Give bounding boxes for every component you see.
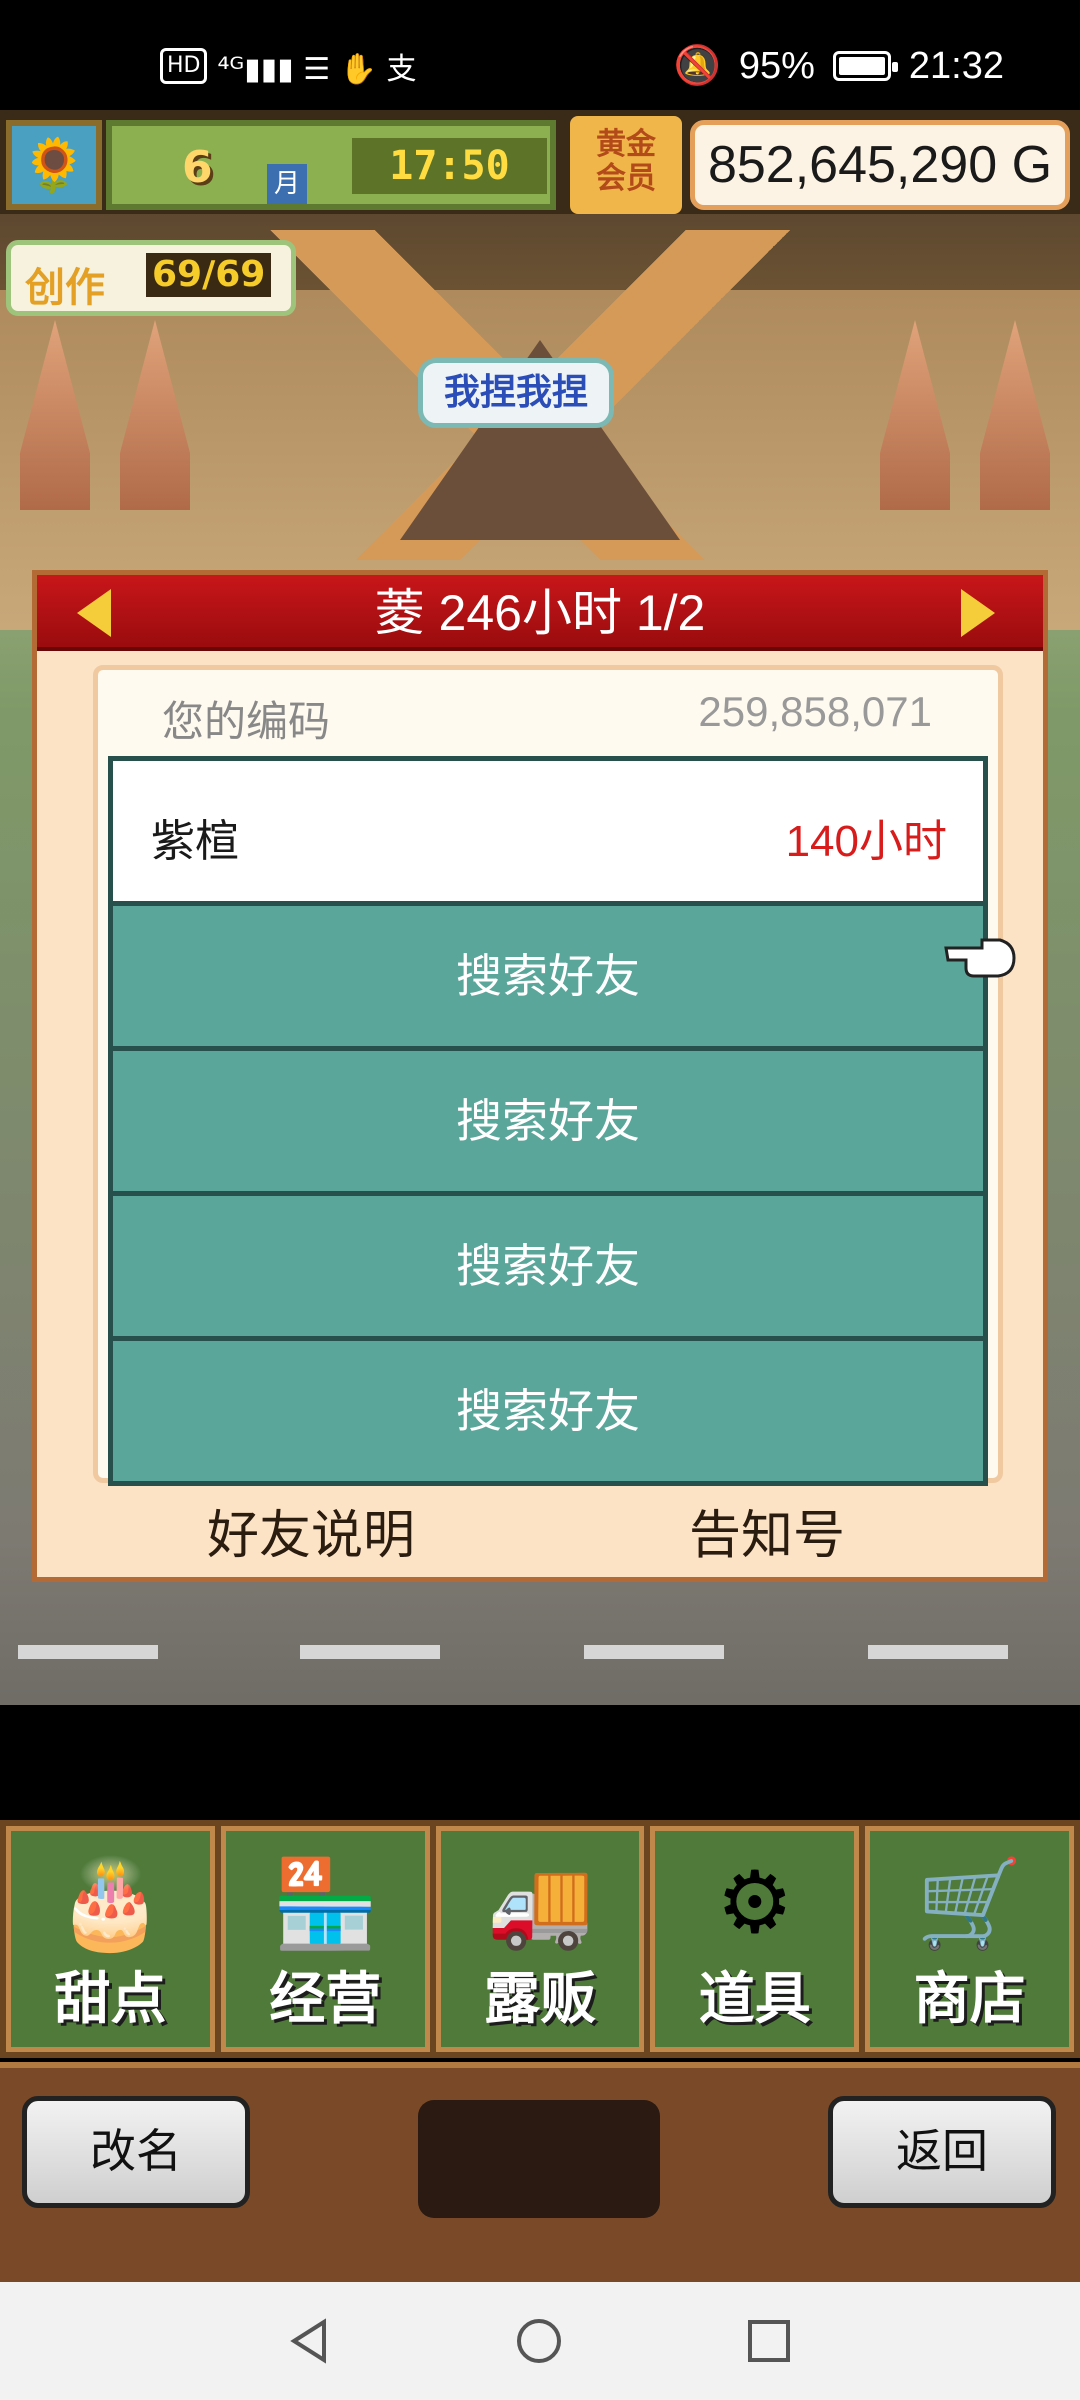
- food-truck-icon: 🚚: [486, 1854, 594, 1954]
- road-line: [584, 1645, 724, 1659]
- shop-tag[interactable]: 我捏我捏: [418, 358, 614, 428]
- hd-chip: HD: [160, 48, 208, 84]
- code-value: 259,858,071: [698, 688, 932, 735]
- game-scene: 我捏我捏 🌻 6 月 17:50 黄金 会员 852,645,290 G 创作 …: [0, 110, 1080, 1705]
- menu-label: 甜点: [54, 1967, 167, 2032]
- friends-panel: 菱 246小时 1/2 您的编码 259,858,071 紫楦 140小时 搜索…: [32, 570, 1048, 1582]
- money-display: 852,645,290 G: [690, 120, 1070, 210]
- notify-number-button[interactable]: 告知号: [689, 1493, 845, 1568]
- friend-help-button[interactable]: 好友说明: [207, 1493, 415, 1568]
- top-hud: 🌻 6 月 17:50 黄金 会员 852,645,290 G: [0, 110, 1080, 214]
- gold-member-badge: 黄金 会员: [570, 116, 682, 214]
- friend-hours: 140小时: [785, 817, 947, 866]
- spire-3: [880, 320, 950, 510]
- search-friend-button-2[interactable]: 搜索好友: [113, 1051, 983, 1191]
- panel-header: 菱 246小时 1/2: [37, 575, 1043, 651]
- cart-icon: 🛒: [916, 1854, 1024, 1954]
- rename-button[interactable]: 改名: [22, 2096, 250, 2208]
- menu-dessert[interactable]: 🎂 甜点: [6, 1826, 215, 2052]
- panel-inner: 您的编码 259,858,071 紫楦 140小时 搜索好友 搜索好友 搜索好友…: [93, 665, 1003, 1486]
- back-triangle-icon[interactable]: [284, 2316, 334, 2366]
- center-slot: [418, 2100, 660, 2218]
- mute-icon: 🔕: [673, 45, 721, 87]
- gold-label-1: 黄金: [596, 127, 656, 162]
- road-line: [868, 1645, 1008, 1659]
- bottom-bar: 改名 返回: [0, 2062, 1080, 2282]
- menu-label: 道具: [698, 1967, 811, 2032]
- date-box: 6 月 17:50: [106, 120, 556, 210]
- road-line: [18, 1645, 158, 1659]
- friend-list: 紫楦 140小时 搜索好友 搜索好友 搜索好友 搜索好友: [108, 756, 988, 1486]
- game-clock: 17:50: [352, 138, 547, 194]
- create-label: 创作: [25, 265, 105, 311]
- back-button[interactable]: 返回: [828, 2096, 1056, 2208]
- items-icon: ⚙: [716, 1853, 794, 1953]
- gold-label-2: 会员: [596, 161, 656, 196]
- spire-4: [980, 320, 1050, 510]
- panel-title: 菱 246小时 1/2: [374, 585, 706, 641]
- next-page-icon[interactable]: [961, 589, 995, 637]
- clock: 21:32: [908, 44, 1004, 87]
- battery-percent: 95%: [738, 44, 815, 87]
- menu-label: 露贩: [483, 1967, 596, 2032]
- cake-icon: 🎂: [56, 1854, 164, 1954]
- home-circle-icon[interactable]: [514, 2316, 564, 2366]
- menu-food-truck[interactable]: 🚚 露贩: [435, 1826, 645, 2052]
- code-row: 您的编码 259,858,071: [98, 670, 998, 754]
- menu-store[interactable]: 🛒 商店: [865, 1826, 1074, 2052]
- recents-square-icon[interactable]: [744, 2316, 794, 2366]
- menu-items[interactable]: ⚙ 道具: [650, 1826, 860, 2052]
- status-right: 🔕 95% 21:32: [674, 44, 1004, 88]
- menu-label: 商店: [913, 1967, 1026, 2032]
- friend-row[interactable]: 紫楦 140小时: [113, 761, 983, 901]
- search-friend-button-1[interactable]: 搜索好友: [113, 906, 983, 1046]
- create-counter: 创作 69/69: [6, 240, 296, 316]
- code-label: 您的编码: [162, 697, 331, 746]
- system-nav-bar: [0, 2282, 1080, 2400]
- menu-manage[interactable]: 🏪 经营: [220, 1826, 430, 2052]
- search-friend-button-4[interactable]: 搜索好友: [113, 1341, 983, 1481]
- road-line: [300, 1645, 440, 1659]
- status-bar: HD ⁴ᴳ▮▮▮ ☰ ✋ 支 🔕 95% 21:32: [0, 0, 1080, 120]
- create-value: 69/69: [146, 253, 272, 297]
- search-friend-button-3[interactable]: 搜索好友: [113, 1196, 983, 1336]
- status-left: HD ⁴ᴳ▮▮▮ ☰ ✋ 支: [160, 44, 417, 88]
- bottom-menu: 🎂 甜点 🏪 经营 🚚 露贩 ⚙ 道具 🛒 商店: [0, 1820, 1080, 2058]
- sunflower-icon[interactable]: 🌻: [6, 120, 102, 210]
- signal-icons: ⁴ᴳ▮▮▮ ☰ ✋ 支: [217, 52, 417, 87]
- month-word: 月: [267, 164, 307, 204]
- friend-name: 紫楦: [151, 816, 239, 867]
- spire-2: [120, 320, 190, 510]
- shop-icon: 🏪: [271, 1854, 379, 1954]
- spire-1: [20, 320, 90, 510]
- month-number: 6: [182, 142, 213, 193]
- pointer-hand-icon: [944, 938, 1016, 978]
- menu-label: 经营: [269, 1967, 382, 2032]
- battery-icon: [832, 51, 898, 81]
